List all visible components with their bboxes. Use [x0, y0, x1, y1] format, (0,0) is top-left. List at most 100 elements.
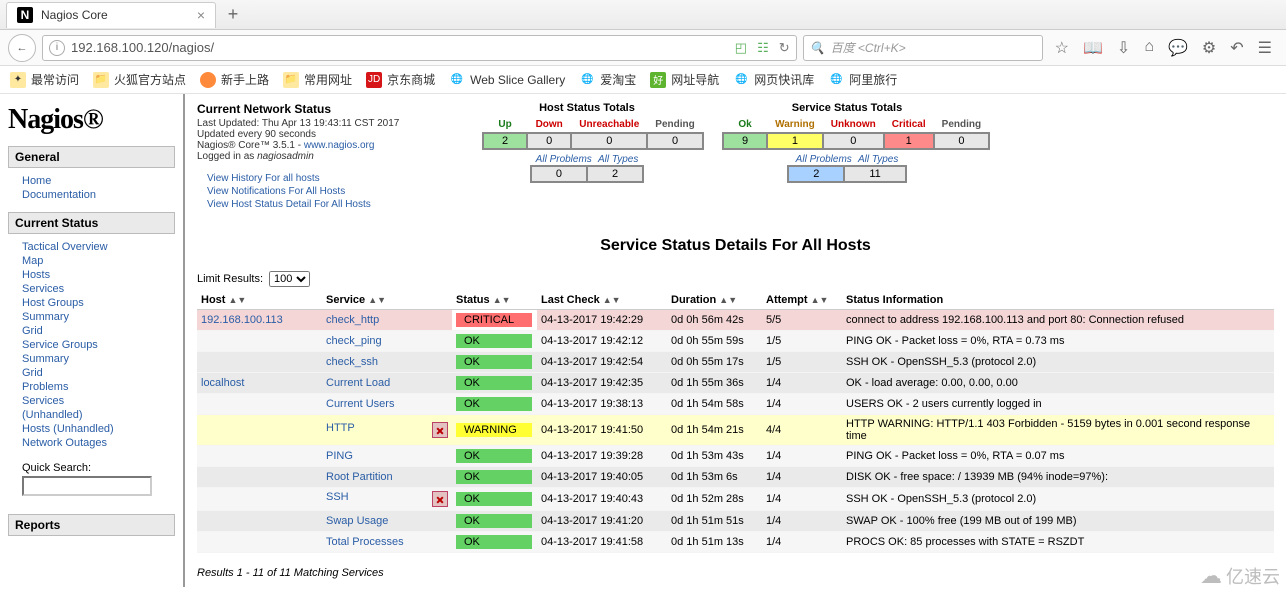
nav-hg-grid[interactable]: Grid	[22, 325, 43, 337]
col-unreachable[interactable]: Unreachable	[571, 117, 647, 133]
nav-prob-services[interactable]: Services	[22, 395, 64, 407]
th-host[interactable]: Host ▲▼	[197, 291, 322, 310]
sort-icon[interactable]: ▲▼	[603, 295, 621, 305]
nav-documentation[interactable]: Documentation	[22, 189, 96, 201]
service-link[interactable]: check_ssh	[326, 356, 378, 368]
service-link[interactable]: SSH	[326, 491, 349, 503]
bookmark-webslice2[interactable]: 🌐网页快讯库	[733, 71, 814, 88]
col-up[interactable]: Up	[483, 117, 527, 133]
host-all-problems[interactable]: 0	[531, 166, 587, 182]
limit-select[interactable]: 100	[269, 271, 310, 287]
undo-icon[interactable]: ↶	[1230, 38, 1243, 58]
pocket-icon[interactable]: 📖	[1083, 38, 1103, 58]
bookmark-aitaobao[interactable]: 🌐爱淘宝	[579, 71, 636, 88]
val-down[interactable]: 0	[527, 133, 571, 149]
service-link[interactable]: Total Processes	[326, 536, 404, 548]
nav-services[interactable]: Services	[22, 283, 64, 295]
bookmark-hao[interactable]: 好网址导航	[650, 71, 719, 88]
nav-hosts[interactable]: Hosts	[22, 269, 50, 281]
th-status-info[interactable]: Status Information	[842, 291, 1274, 310]
th-status[interactable]: Status ▲▼	[452, 291, 537, 310]
th-duration[interactable]: Duration ▲▼	[667, 291, 762, 310]
tab-close-icon[interactable]: ×	[197, 7, 205, 23]
bookmark-firefox[interactable]: 📁火狐官方站点	[93, 71, 186, 88]
star-icon[interactable]: ☆	[1055, 38, 1069, 58]
th-attempt[interactable]: Attempt ▲▼	[762, 291, 842, 310]
bookmark-most-visited[interactable]: ✦最常访问	[10, 71, 79, 88]
nav-sg-grid[interactable]: Grid	[22, 367, 43, 379]
new-tab-button[interactable]: +	[222, 4, 244, 26]
service-link[interactable]: check_ping	[326, 335, 382, 347]
home-icon[interactable]: ⌂	[1144, 38, 1154, 58]
col-critical[interactable]: Critical	[884, 117, 934, 133]
svc-all-types[interactable]: 11	[844, 166, 905, 182]
host-all-problems-h[interactable]: All Problems	[536, 154, 592, 165]
bookmark-newbie[interactable]: 新手上路	[200, 71, 269, 88]
service-link[interactable]: Current Load	[326, 377, 390, 389]
service-link[interactable]: Root Partition	[326, 471, 393, 483]
nav-problems[interactable]: Problems	[22, 381, 68, 393]
link-view-history[interactable]: View History For all hosts	[207, 173, 320, 184]
col-down[interactable]: Down	[527, 117, 571, 133]
bookmark-jd[interactable]: JD京东商城	[366, 71, 435, 88]
link-view-notifications[interactable]: View Notifications For All Hosts	[207, 186, 345, 197]
host-all-types[interactable]: 2	[587, 166, 643, 182]
sort-icon[interactable]: ▲▼	[229, 295, 247, 305]
col-unknown[interactable]: Unknown	[823, 117, 884, 133]
val-up[interactable]: 2	[483, 133, 527, 149]
download-icon[interactable]: ⇩	[1117, 38, 1130, 58]
menu-icon[interactable]: ☰	[1258, 38, 1272, 58]
sync-icon[interactable]: ⚙	[1202, 38, 1216, 58]
nav-prob-unhandled[interactable]: (Unhandled)	[22, 409, 83, 421]
link-view-host-status[interactable]: View Host Status Detail For All Hosts	[207, 199, 371, 210]
val-unreachable[interactable]: 0	[571, 133, 647, 149]
sort-icon[interactable]: ▲▼	[493, 295, 511, 305]
svc-all-problems[interactable]: 2	[788, 166, 844, 182]
col-svc-pending[interactable]: Pending	[934, 117, 989, 133]
nav-prob-hosts-unhandled[interactable]: Hosts (Unhandled)	[22, 423, 114, 435]
val-pending[interactable]: 0	[647, 133, 702, 149]
svc-all-types-h[interactable]: All Types	[858, 154, 898, 165]
col-warning[interactable]: Warning	[767, 117, 823, 133]
shield-icon[interactable]: ◰	[735, 40, 747, 56]
nav-host-groups[interactable]: Host Groups	[22, 297, 84, 309]
sort-icon[interactable]: ▲▼	[368, 295, 386, 305]
search-box[interactable]: 🔍 百度 <Ctrl+K>	[803, 35, 1043, 61]
chat-icon[interactable]: 💬	[1168, 38, 1188, 58]
service-link[interactable]: HTTP	[326, 422, 355, 434]
host-all-types-h[interactable]: All Types	[598, 154, 638, 165]
host-link[interactable]: 192.168.100.113	[201, 314, 283, 326]
bookmark-webslice[interactable]: 🌐Web Slice Gallery	[449, 72, 565, 88]
nav-sg-summary[interactable]: Summary	[22, 353, 69, 365]
val-warning[interactable]: 1	[767, 133, 823, 149]
disable-notifications-icon[interactable]	[432, 491, 448, 507]
nagios-org-link[interactable]: www.nagios.org	[304, 140, 375, 151]
back-button[interactable]: ←	[8, 34, 36, 62]
service-link[interactable]: check_http	[326, 314, 379, 326]
bookmark-common[interactable]: 📁常用网址	[283, 71, 352, 88]
browser-tab[interactable]: N Nagios Core ×	[6, 2, 216, 28]
quick-search-input[interactable]	[22, 476, 152, 496]
svc-all-problems-h[interactable]: All Problems	[796, 154, 852, 165]
sort-icon[interactable]: ▲▼	[811, 295, 829, 305]
sort-icon[interactable]: ▲▼	[719, 295, 737, 305]
grid-icon[interactable]: ☷	[757, 40, 769, 56]
info-icon[interactable]: i	[49, 40, 65, 56]
val-svc-pending[interactable]: 0	[934, 133, 989, 149]
service-link[interactable]: PING	[326, 450, 353, 462]
reload-icon[interactable]: ↻	[779, 40, 790, 56]
host-link[interactable]: localhost	[201, 377, 244, 389]
nav-map[interactable]: Map	[22, 255, 43, 267]
val-critical[interactable]: 1	[884, 133, 934, 149]
val-ok[interactable]: 9	[723, 133, 767, 149]
nav-home[interactable]: Home	[22, 175, 51, 187]
disable-notifications-icon[interactable]	[432, 422, 448, 438]
th-last-check[interactable]: Last Check ▲▼	[537, 291, 667, 310]
nav-prob-network-outages[interactable]: Network Outages	[22, 437, 107, 449]
nav-service-groups[interactable]: Service Groups	[22, 339, 98, 351]
service-link[interactable]: Swap Usage	[326, 515, 388, 527]
th-service[interactable]: Service ▲▼	[322, 291, 452, 310]
col-pending[interactable]: Pending	[647, 117, 702, 133]
nav-hg-summary[interactable]: Summary	[22, 311, 69, 323]
val-unknown[interactable]: 0	[823, 133, 884, 149]
